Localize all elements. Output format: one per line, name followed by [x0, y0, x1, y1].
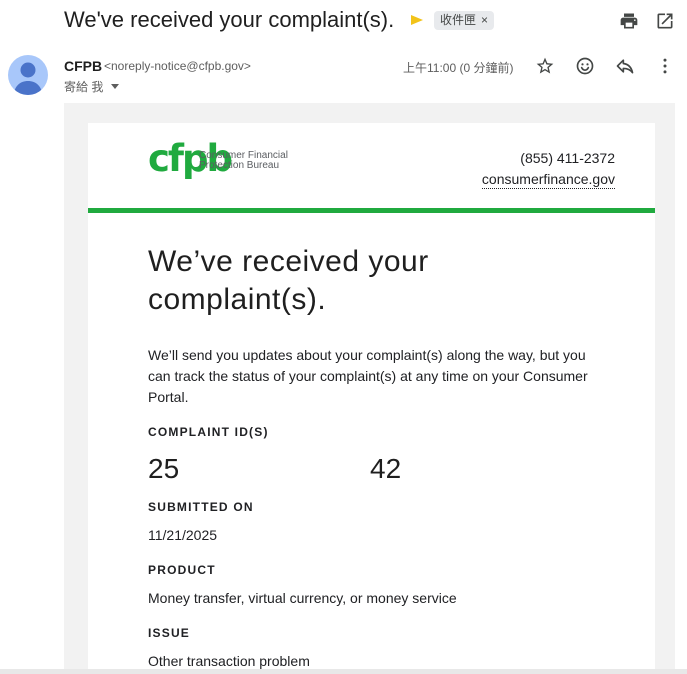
sender-name: CFPB	[64, 58, 103, 74]
print-icon[interactable]	[619, 11, 639, 31]
open-in-new-icon[interactable]	[655, 11, 675, 31]
inbox-label-text: 收件匣	[440, 13, 477, 27]
inbox-label-chip[interactable]: 收件匣 ×	[434, 11, 495, 30]
website-link[interactable]: consumerfinance.gov	[481, 171, 615, 189]
cfpb-logo-text: Consumer Financial Protection Bureau	[199, 151, 288, 171]
issue-value: Other transaction problem	[148, 653, 310, 669]
intro-paragraph: We’ll send you updates about your compla…	[148, 347, 588, 405]
bottom-scroll-edge	[0, 669, 687, 674]
more-vert-icon[interactable]	[655, 56, 675, 76]
complaint-id-label: COMPLAINT ID(S)	[148, 425, 269, 439]
email-content-card: cfpb Consumer Financial Protection Burea…	[88, 123, 655, 674]
product-label: PRODUCT	[148, 563, 216, 577]
recipient-details-toggle[interactable]: 寄給 我	[64, 78, 120, 95]
recipient-text: 寄給 我	[64, 80, 104, 94]
importance-marker-icon[interactable]	[411, 15, 423, 25]
subject-row: We've received your complaint(s). 收件匣 ×	[0, 0, 687, 44]
chevron-down-icon	[111, 84, 120, 89]
reply-icon[interactable]	[615, 56, 635, 76]
complaint-id-start: 25	[148, 453, 180, 484]
email-timestamp: 上午11:00 (0 分鐘前)	[403, 61, 514, 75]
remove-label-icon[interactable]: ×	[481, 11, 488, 30]
brand-divider	[88, 208, 655, 213]
emoji-icon[interactable]	[575, 56, 595, 76]
issue-label: ISSUE	[148, 626, 191, 640]
sender-row: CFPB <noreply-notice@cfpb.gov> 寄給 我 上午11…	[0, 48, 687, 98]
logo-line-2: Protection Bureau	[199, 160, 280, 171]
email-subject: We've received your complaint(s).	[64, 7, 395, 32]
sender-email: <noreply-notice@cfpb.gov>	[104, 59, 251, 73]
complaint-id-end: 42	[370, 453, 402, 484]
submitted-label: SUBMITTED ON	[148, 500, 254, 514]
product-value: Money transfer, virtual currency, or mon…	[148, 590, 457, 606]
star-icon[interactable]	[535, 56, 555, 76]
submitted-value: 11/21/2025	[148, 527, 218, 543]
email-headline: We’ve received your complaint(s).	[148, 245, 429, 316]
contact-phone[interactable]: (855) 411-2372	[520, 150, 615, 166]
avatar[interactable]	[8, 55, 48, 95]
